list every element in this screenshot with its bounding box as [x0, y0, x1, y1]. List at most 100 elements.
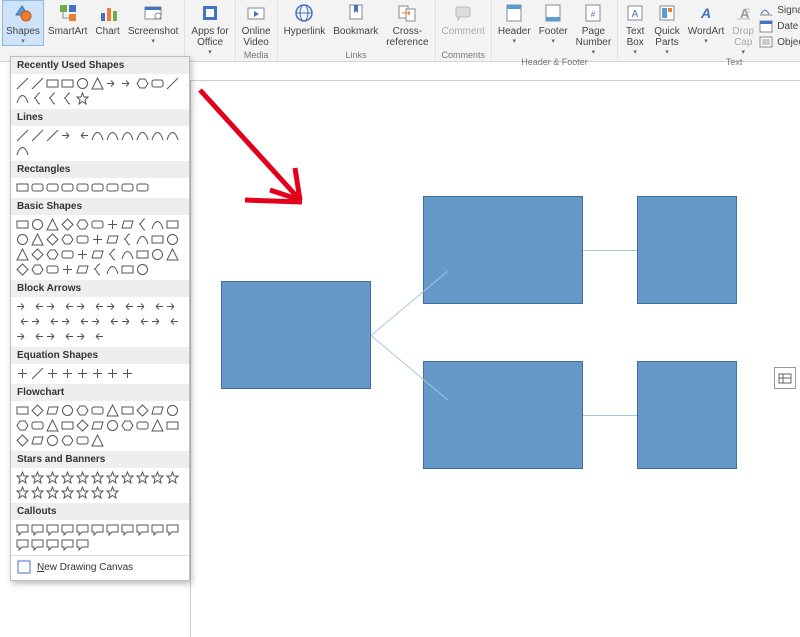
shape-thumb[interactable]: [90, 470, 104, 484]
shape-thumb[interactable]: [135, 247, 149, 261]
shape-thumb[interactable]: [75, 91, 89, 105]
shape-thumb[interactable]: [15, 299, 29, 313]
shape-thumb[interactable]: [15, 485, 29, 499]
shape-thumb[interactable]: [60, 329, 74, 343]
shape-thumb[interactable]: [30, 329, 44, 343]
shape-thumb[interactable]: [120, 76, 134, 90]
diagram-rect-root[interactable]: [221, 281, 371, 389]
shape-thumb[interactable]: [165, 247, 179, 261]
shape-thumb[interactable]: [105, 217, 119, 231]
shape-thumb[interactable]: [15, 366, 29, 380]
shape-thumb[interactable]: [45, 128, 59, 142]
shape-thumb[interactable]: [150, 299, 164, 313]
shape-thumb[interactable]: [105, 470, 119, 484]
shape-thumb[interactable]: [15, 262, 29, 276]
shape-thumb[interactable]: [120, 217, 134, 231]
shape-thumb[interactable]: [105, 262, 119, 276]
shape-thumb[interactable]: [105, 76, 119, 90]
shape-thumb[interactable]: [45, 522, 59, 536]
shape-thumb[interactable]: [120, 128, 134, 142]
shape-thumb[interactable]: [45, 470, 59, 484]
shape-thumb[interactable]: [135, 262, 149, 276]
shape-thumb[interactable]: [150, 470, 164, 484]
shape-thumb[interactable]: [30, 403, 44, 417]
shape-thumb[interactable]: [60, 76, 74, 90]
shape-thumb[interactable]: [165, 217, 179, 231]
shape-thumb[interactable]: [75, 366, 89, 380]
shape-thumb[interactable]: [30, 522, 44, 536]
shape-thumb[interactable]: [75, 128, 89, 142]
shape-thumb[interactable]: [150, 314, 164, 328]
shape-thumb[interactable]: [165, 76, 179, 90]
shape-thumb[interactable]: [75, 470, 89, 484]
shape-thumb[interactable]: [45, 418, 59, 432]
shape-thumb[interactable]: [105, 299, 119, 313]
shape-thumb[interactable]: [60, 128, 74, 142]
shape-thumb[interactable]: [135, 470, 149, 484]
signature-line-button[interactable]: Signature Line ▾: [758, 2, 800, 18]
shape-thumb[interactable]: [150, 76, 164, 90]
shape-thumb[interactable]: [45, 403, 59, 417]
shape-thumb[interactable]: [30, 418, 44, 432]
shape-thumb[interactable]: [105, 485, 119, 499]
shape-thumb[interactable]: [15, 247, 29, 261]
shape-thumb[interactable]: [15, 180, 29, 194]
shape-thumb[interactable]: [120, 232, 134, 246]
shape-thumb[interactable]: [150, 217, 164, 231]
object-button[interactable]: Object ▾: [758, 34, 800, 50]
shape-thumb[interactable]: [60, 262, 74, 276]
shape-thumb[interactable]: [105, 247, 119, 261]
shape-thumb[interactable]: [90, 522, 104, 536]
shape-thumb[interactable]: [75, 537, 89, 551]
shape-thumb[interactable]: [75, 485, 89, 499]
shape-thumb[interactable]: [105, 232, 119, 246]
shape-thumb[interactable]: [45, 76, 59, 90]
shape-thumb[interactable]: [165, 418, 179, 432]
chart-button[interactable]: Chart: [91, 0, 123, 37]
shape-thumb[interactable]: [15, 522, 29, 536]
shape-thumb[interactable]: [75, 76, 89, 90]
shape-thumb[interactable]: [90, 128, 104, 142]
document-canvas[interactable]: [190, 80, 800, 637]
dropcap-button[interactable]: A Drop Cap ▾: [728, 0, 758, 56]
shape-thumb[interactable]: [105, 403, 119, 417]
shape-thumb[interactable]: [15, 143, 29, 157]
shape-thumb[interactable]: [150, 418, 164, 432]
screenshot-button[interactable]: Screenshot ▾: [124, 0, 183, 45]
shape-thumb[interactable]: [30, 232, 44, 246]
bookmark-button[interactable]: Bookmark: [329, 0, 382, 37]
header-button[interactable]: Header ▾: [494, 0, 535, 45]
shape-thumb[interactable]: [165, 403, 179, 417]
shape-thumb[interactable]: [90, 299, 104, 313]
shape-thumb[interactable]: [120, 314, 134, 328]
shape-thumb[interactable]: [120, 522, 134, 536]
shape-thumb[interactable]: [60, 217, 74, 231]
shape-thumb[interactable]: [15, 537, 29, 551]
shape-thumb[interactable]: [30, 91, 44, 105]
shape-thumb[interactable]: [45, 537, 59, 551]
diagram-rect-tr[interactable]: [423, 196, 583, 304]
smartart-button[interactable]: SmartArt: [44, 0, 91, 37]
shape-thumb[interactable]: [135, 217, 149, 231]
shape-thumb[interactable]: [30, 217, 44, 231]
shape-thumb[interactable]: [60, 537, 74, 551]
shape-thumb[interactable]: [30, 247, 44, 261]
shape-thumb[interactable]: [120, 403, 134, 417]
shape-thumb[interactable]: [45, 433, 59, 447]
shape-thumb[interactable]: [90, 76, 104, 90]
shape-thumb[interactable]: [45, 329, 59, 343]
shape-thumb[interactable]: [165, 314, 179, 328]
shape-thumb[interactable]: [135, 232, 149, 246]
shape-thumb[interactable]: [75, 418, 89, 432]
shape-thumb[interactable]: [75, 433, 89, 447]
shape-thumb[interactable]: [120, 262, 134, 276]
shape-thumb[interactable]: [120, 247, 134, 261]
shape-thumb[interactable]: [30, 262, 44, 276]
shape-thumb[interactable]: [60, 314, 74, 328]
diagram-rect-br2[interactable]: [637, 361, 737, 469]
shape-thumb[interactable]: [60, 522, 74, 536]
shape-thumb[interactable]: [60, 433, 74, 447]
connector[interactable]: [583, 415, 637, 416]
shape-thumb[interactable]: [60, 485, 74, 499]
textbox-button[interactable]: A Text Box ▾: [620, 0, 650, 56]
